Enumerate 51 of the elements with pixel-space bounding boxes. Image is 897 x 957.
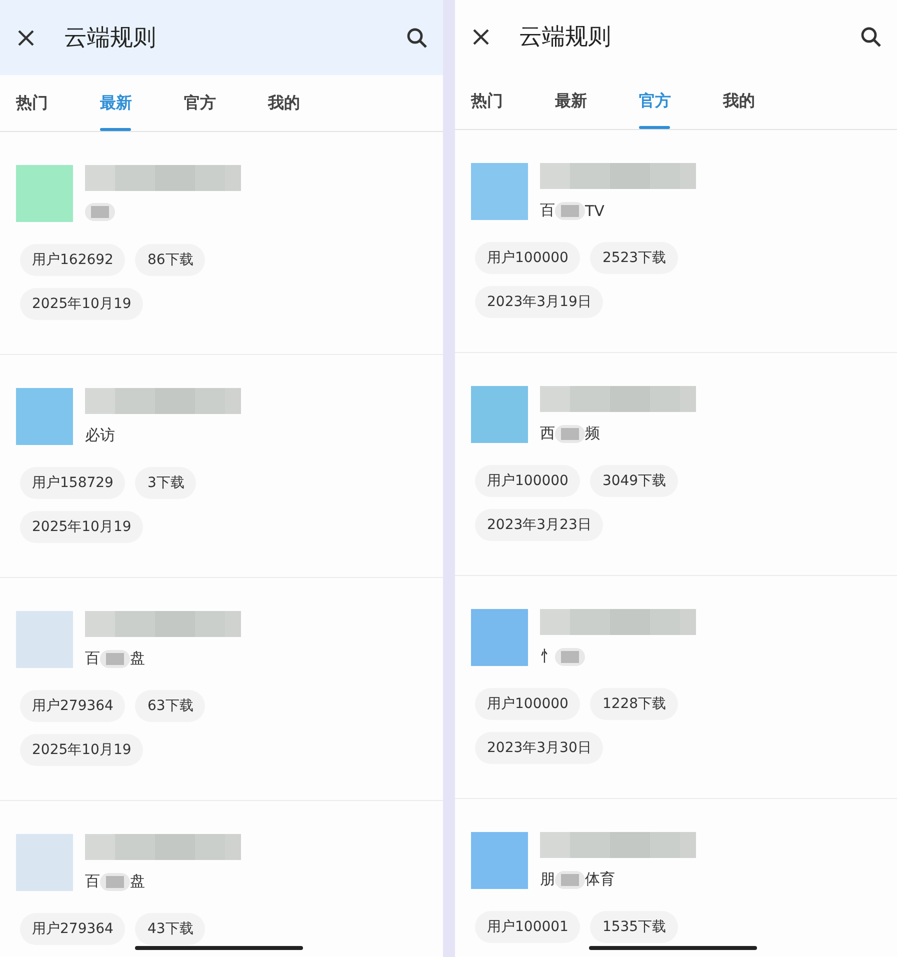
blurred-text: [555, 202, 585, 220]
info-chip: 86下载: [135, 244, 206, 276]
tab[interactable]: 官方: [184, 75, 268, 131]
info-chip: 用户100001: [475, 911, 580, 943]
info-chip: 用户162692: [20, 244, 126, 276]
rule-subtitle: TV: [585, 202, 604, 220]
search-icon[interactable]: [405, 26, 429, 50]
info-chip: 2025年10月19: [20, 734, 144, 766]
blurred-text: [100, 872, 130, 890]
info-chip: 2025年10月19: [20, 288, 144, 320]
info-chip: 用户100000: [475, 465, 580, 497]
info-chip: 用户279364: [20, 913, 126, 945]
page-title: 云端规则: [64, 24, 157, 53]
blurred-text: [555, 424, 585, 442]
info-chip: 3049下载: [590, 465, 678, 497]
rule-subtitle: 百: [540, 201, 555, 220]
info-chip: 3下载: [135, 467, 196, 499]
blurred-text: [555, 648, 585, 666]
info-chip: 2023年3月19日: [475, 286, 604, 318]
blurred-text: [85, 203, 115, 221]
rule-subtitle: 频: [585, 424, 600, 443]
tab[interactable]: 热门: [471, 73, 555, 129]
info-chip: 2023年3月30日: [475, 732, 604, 764]
info-chip: 63下载: [135, 690, 206, 722]
info-chip: 2023年3月23日: [475, 509, 604, 541]
info-chip: 用户158729: [20, 467, 126, 499]
tab[interactable]: 最新: [555, 73, 639, 129]
rule-subtitle: 朋: [540, 870, 555, 889]
info-chip: 1228下载: [590, 688, 678, 720]
info-chip: 43下载: [135, 913, 206, 945]
rule-subtitle: 盘: [130, 872, 145, 891]
info-chip: 2025年10月19: [20, 511, 144, 543]
search-icon[interactable]: [859, 24, 883, 48]
rule-subtitle: 西: [540, 424, 555, 443]
blurred-text: [555, 870, 585, 888]
rule-subtitle: 必访: [85, 426, 115, 445]
tab[interactable]: 我的: [723, 73, 807, 129]
info-chip: 用户100000: [475, 242, 580, 274]
rule-subtitle: 盘: [130, 649, 145, 668]
info-chip: 用户100000: [475, 688, 580, 720]
blurred-text: [100, 650, 130, 668]
page-title: 云端规则: [519, 23, 612, 52]
rule-subtitle: 百: [85, 649, 100, 668]
rule-subtitle: 体育: [585, 870, 615, 889]
rule-subtitle: 百: [85, 872, 100, 891]
info-chip: 1535下载: [590, 911, 678, 943]
info-chip: 用户279364: [20, 690, 126, 722]
tab[interactable]: 热门: [16, 75, 100, 131]
tab[interactable]: 我的: [268, 75, 352, 131]
rule-subtitle: 忄: [540, 647, 555, 666]
info-chip: 2523下载: [590, 242, 678, 274]
